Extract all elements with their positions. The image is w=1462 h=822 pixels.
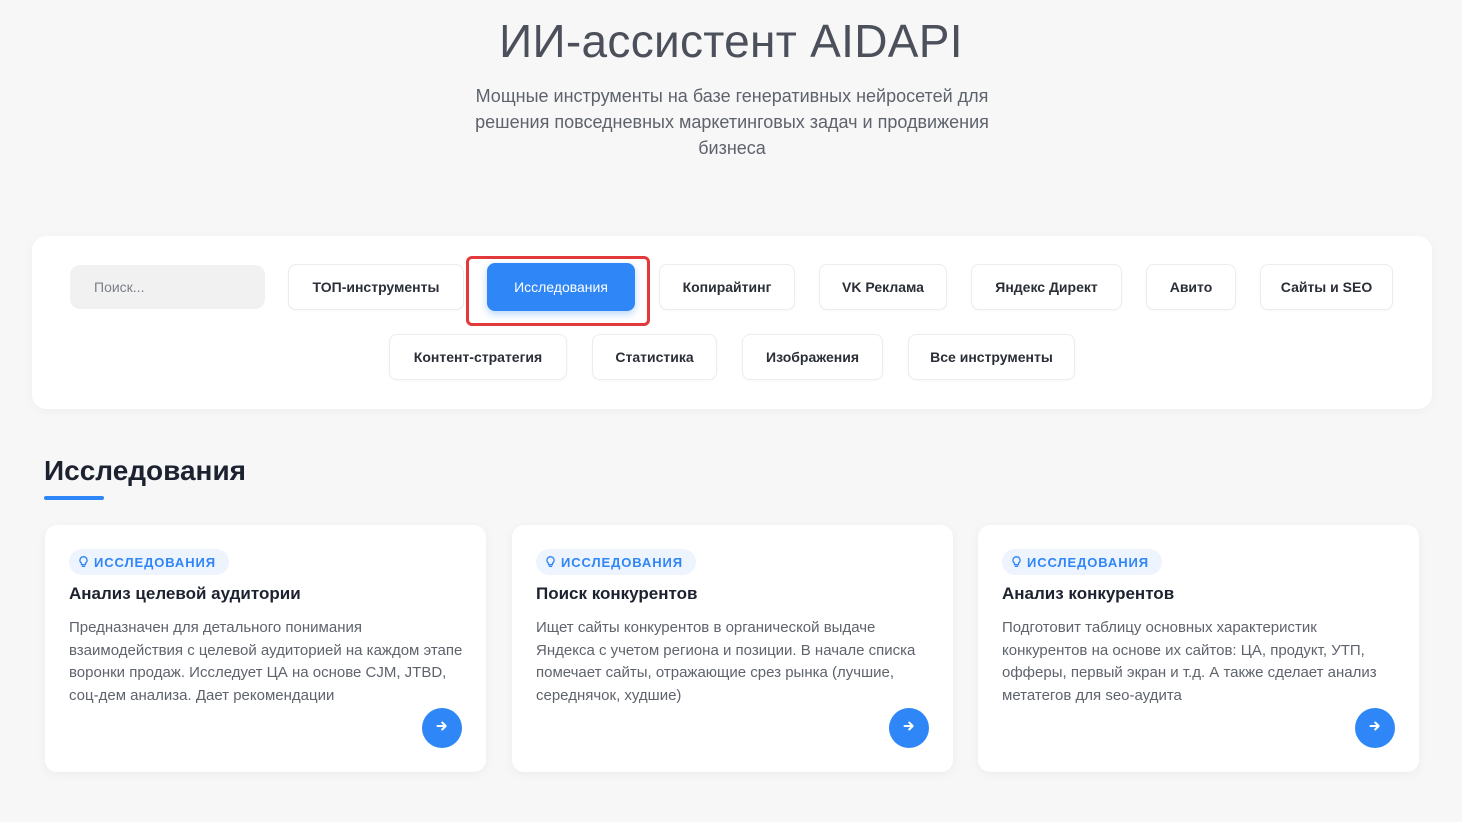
lightbulb-icon [79,556,88,568]
page-title: ИИ-ассистент AIDAPI [499,15,963,67]
category-badge: ИССЛЕДОВАНИЯ [1002,549,1162,575]
lightbulb-icon [546,556,555,568]
highlight-box [466,256,650,326]
badge-label: ИССЛЕДОВАНИЯ [94,554,216,570]
card-description: Предназначен для детального понимания вз… [69,619,463,704]
chip-all-tools[interactable]: Все инструменты [908,334,1075,380]
chip-vk-ads[interactable]: VK Реклама [819,264,947,310]
arrow-right-icon [903,719,915,737]
category-badge: ИССЛЕДОВАНИЯ [69,549,229,575]
tool-card-competitor-analysis[interactable]: ИССЛЕДОВАНИЯ Анализ конкурентов Подготов… [978,525,1419,772]
open-tool-button[interactable] [1355,708,1395,748]
chip-top-tools[interactable]: ТОП-инструменты [288,264,464,310]
chip-yandex-direct[interactable]: Яндекс Директ [971,264,1122,310]
section-underline [44,496,104,500]
badge-label: ИССЛЕДОВАНИЯ [1027,554,1149,570]
card-description: Ищет сайты конкурентов в органической вы… [536,619,916,704]
open-tool-button[interactable] [889,708,929,748]
arrow-right-icon [436,719,448,737]
chip-copywriting[interactable]: Копирайтинг [659,264,795,310]
arrow-right-icon [1369,719,1381,737]
tool-card-audience-analysis[interactable]: ИССЛЕДОВАНИЯ Анализ целевой аудитории Пр… [45,525,486,772]
page-subtitle: Мощные инструменты на базе генеративных … [475,86,989,158]
chip-sites-seo[interactable]: Сайты и SEO [1260,264,1393,310]
open-tool-button[interactable] [422,708,462,748]
chip-content-strategy[interactable]: Контент-стратегия [389,334,567,380]
badge-label: ИССЛЕДОВАНИЯ [561,554,683,570]
chip-images[interactable]: Изображения [742,334,883,380]
card-title: Анализ целевой аудитории [69,584,301,603]
card-title: Анализ конкурентов [1002,584,1175,603]
lightbulb-icon [1012,556,1021,568]
section-title: Исследования [44,455,247,486]
category-badge: ИССЛЕДОВАНИЯ [536,549,696,575]
search-input[interactable] [70,265,265,309]
chip-statistics[interactable]: Статистика [592,334,717,380]
filter-panel [32,236,1432,409]
card-title: Поиск конкурентов [536,584,698,603]
tool-card-competitor-search[interactable]: ИССЛЕДОВАНИЯ Поиск конкурентов Ищет сайт… [512,525,953,772]
chip-avito[interactable]: Авито [1146,264,1236,310]
card-description: Подготовит таблицу основных характеристи… [1002,619,1377,704]
